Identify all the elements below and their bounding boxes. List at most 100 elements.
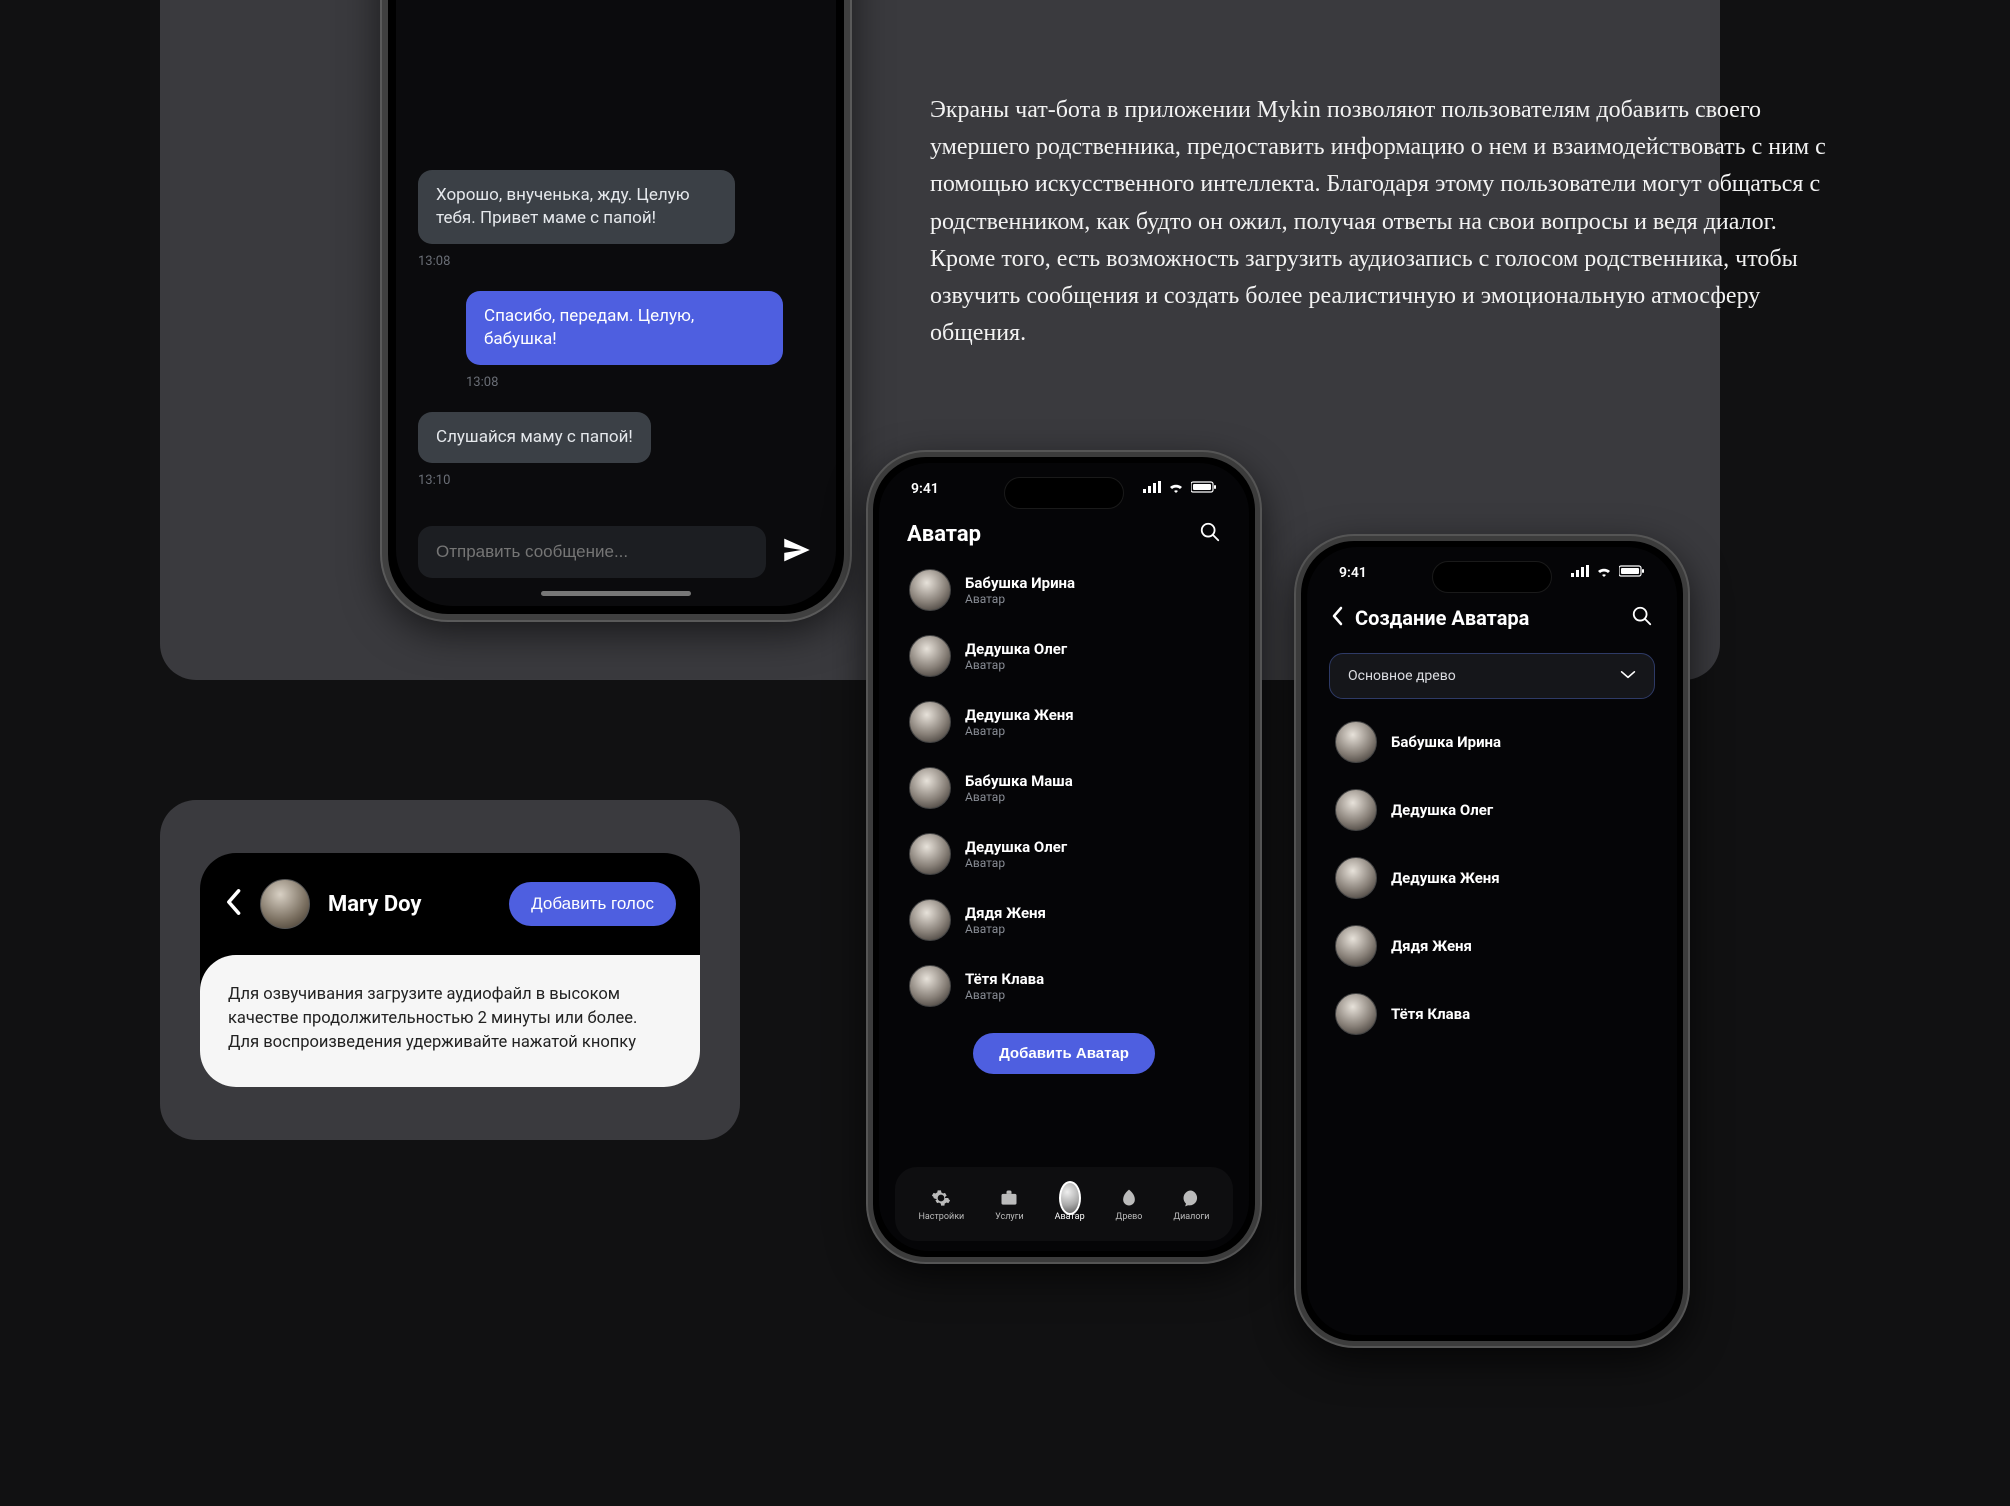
- signal-icon: [1571, 565, 1589, 581]
- person-name: Тётя Клава: [1391, 1005, 1470, 1023]
- avatar-subtitle: Аватар: [965, 790, 1073, 804]
- chat-bubble-incoming: Хорошо, внученька, жду. Целую тебя. Прив…: [418, 170, 735, 244]
- voice-panel: Mary Doy Добавить голос Для озвучивания …: [160, 800, 740, 1140]
- voice-card-body: Для озвучивания загрузите аудиофайл в вы…: [200, 955, 700, 1087]
- phone-chat-frame: Хорошо, внученька, жду. Целую тебя. Прив…: [382, 0, 850, 620]
- list-item[interactable]: Тётя Клава: [1331, 985, 1653, 1043]
- gear-icon: [930, 1187, 952, 1209]
- phone-chat-screen: Хорошо, внученька, жду. Целую тебя. Прив…: [396, 0, 836, 606]
- leaf-icon: [1118, 1187, 1140, 1209]
- person-name: Дедушка Женя: [1391, 869, 1500, 887]
- chat-input-row: [418, 526, 814, 578]
- phone-create-avatar-frame: 9:41 Создание Аватара Основное древо: [1296, 536, 1688, 1346]
- chat-messages: Хорошо, внученька, жду. Целую тебя. Прив…: [418, 170, 814, 502]
- tab-tree[interactable]: Древо: [1116, 1187, 1143, 1222]
- chat-bubble-incoming: Слушайся маму с папой!: [418, 412, 651, 463]
- avatar: [1335, 857, 1377, 899]
- avatar-row[interactable]: Дядя Женя Аватар: [903, 891, 1225, 949]
- avatar-subtitle: Аватар: [965, 658, 1067, 672]
- avatar: [909, 833, 951, 875]
- avatar-row[interactable]: Дедушка Олег Аватар: [903, 825, 1225, 883]
- search-icon[interactable]: [1631, 605, 1653, 631]
- tab-label: Аватар: [1055, 1212, 1085, 1222]
- voice-person-name: Mary Doy: [328, 892, 491, 917]
- avatar: [909, 899, 951, 941]
- avatar-subtitle: Аватар: [965, 922, 1046, 936]
- avatar-subtitle: Аватар: [965, 592, 1075, 606]
- avatar: [909, 701, 951, 743]
- avatar-list: Бабушка Ирина Аватар Дедушка Олег Аватар…: [879, 555, 1249, 1074]
- chevron-down-icon: [1620, 668, 1636, 684]
- avatar-subtitle: Аватар: [965, 856, 1067, 870]
- avatar-icon: [1059, 1187, 1081, 1209]
- tab-label: Настройки: [918, 1212, 964, 1222]
- phone-avatar-list-frame: 9:41 Аватар Бабушка Ирина Аватар: [868, 452, 1260, 1262]
- tab-label: Древо: [1116, 1212, 1143, 1222]
- tab-dialogs[interactable]: Диалоги: [1173, 1187, 1209, 1222]
- avatar-row[interactable]: Дедушка Женя Аватар: [903, 693, 1225, 751]
- back-icon[interactable]: [224, 888, 242, 920]
- avatar: [1335, 721, 1377, 763]
- add-avatar-button[interactable]: Добавить Аватар: [973, 1033, 1155, 1074]
- chat-icon: [1180, 1187, 1202, 1209]
- search-icon[interactable]: [1199, 521, 1221, 547]
- avatar-name: Дедушка Олег: [965, 838, 1067, 856]
- page-title: Создание Аватара: [1355, 606, 1619, 630]
- avatar-name: Дедушка Олег: [965, 640, 1067, 658]
- avatar-row[interactable]: Тётя Клава Аватар: [903, 957, 1225, 1015]
- list-item[interactable]: Бабушка Ирина: [1331, 713, 1653, 771]
- feature-description: Экраны чат-бота в приложении Mykin позво…: [930, 92, 1838, 352]
- person-name: Дядя Женя: [1391, 937, 1472, 955]
- chat-timestamp: 13:08: [418, 254, 814, 269]
- page-title: Аватар: [907, 522, 981, 547]
- chat-timestamp: 13:08: [466, 375, 814, 390]
- tab-avatar[interactable]: Аватар: [1055, 1187, 1085, 1222]
- wifi-icon: [1167, 481, 1185, 497]
- dynamic-island: [1004, 477, 1124, 509]
- chat-bubble-outgoing: Спасибо, передам. Целую, бабушка!: [466, 291, 783, 365]
- tab-bar: Настройки Услуги Аватар Древо Диалоги: [895, 1167, 1233, 1241]
- person-name: Дедушка Олег: [1391, 801, 1493, 819]
- battery-icon: [1619, 565, 1645, 581]
- dynamic-island: [1432, 561, 1552, 593]
- person-name: Бабушка Ирина: [1391, 733, 1501, 751]
- tree-select-dropdown[interactable]: Основное древо: [1329, 653, 1655, 699]
- avatar-name: Бабушка Маша: [965, 772, 1073, 790]
- avatar-row[interactable]: Дедушка Олег Аватар: [903, 627, 1225, 685]
- avatar-subtitle: Аватар: [965, 988, 1044, 1002]
- avatar: [909, 569, 951, 611]
- create-avatar-list: Бабушка Ирина Дедушка Олег Дедушка Женя …: [1307, 709, 1677, 1047]
- chat-input[interactable]: [418, 526, 766, 578]
- avatar: [909, 965, 951, 1007]
- avatar: [1335, 993, 1377, 1035]
- add-voice-button[interactable]: Добавить голос: [509, 882, 676, 926]
- avatar: [1335, 789, 1377, 831]
- briefcase-icon: [998, 1187, 1020, 1209]
- voice-card: Mary Doy Добавить голос Для озвучивания …: [200, 853, 700, 1087]
- send-icon[interactable]: [780, 533, 814, 571]
- phone-avatar-list-screen: 9:41 Аватар Бабушка Ирина Аватар: [879, 463, 1249, 1251]
- chat-timestamp: 13:10: [418, 473, 814, 488]
- tree-select-label: Основное древо: [1348, 668, 1456, 684]
- status-time: 9:41: [911, 481, 939, 497]
- home-indicator: [541, 591, 691, 596]
- avatar-subtitle: Аватар: [965, 724, 1074, 738]
- back-icon[interactable]: [1331, 606, 1343, 630]
- list-item[interactable]: Дедушка Олег: [1331, 781, 1653, 839]
- battery-icon: [1191, 481, 1217, 497]
- voice-card-header: Mary Doy Добавить голос: [200, 853, 700, 955]
- tab-services[interactable]: Услуги: [995, 1187, 1024, 1222]
- avatar-name: Бабушка Ирина: [965, 574, 1075, 592]
- avatar-name: Дядя Женя: [965, 904, 1046, 922]
- signal-icon: [1143, 481, 1161, 497]
- avatar-row[interactable]: Бабушка Ирина Аватар: [903, 561, 1225, 619]
- list-item[interactable]: Дядя Женя: [1331, 917, 1653, 975]
- avatar: [909, 767, 951, 809]
- avatar: [260, 879, 310, 929]
- avatar: [1335, 925, 1377, 967]
- avatar-row[interactable]: Бабушка Маша Аватар: [903, 759, 1225, 817]
- list-item[interactable]: Дедушка Женя: [1331, 849, 1653, 907]
- tab-label: Услуги: [995, 1212, 1024, 1222]
- tab-settings[interactable]: Настройки: [918, 1187, 964, 1222]
- status-time: 9:41: [1339, 565, 1367, 581]
